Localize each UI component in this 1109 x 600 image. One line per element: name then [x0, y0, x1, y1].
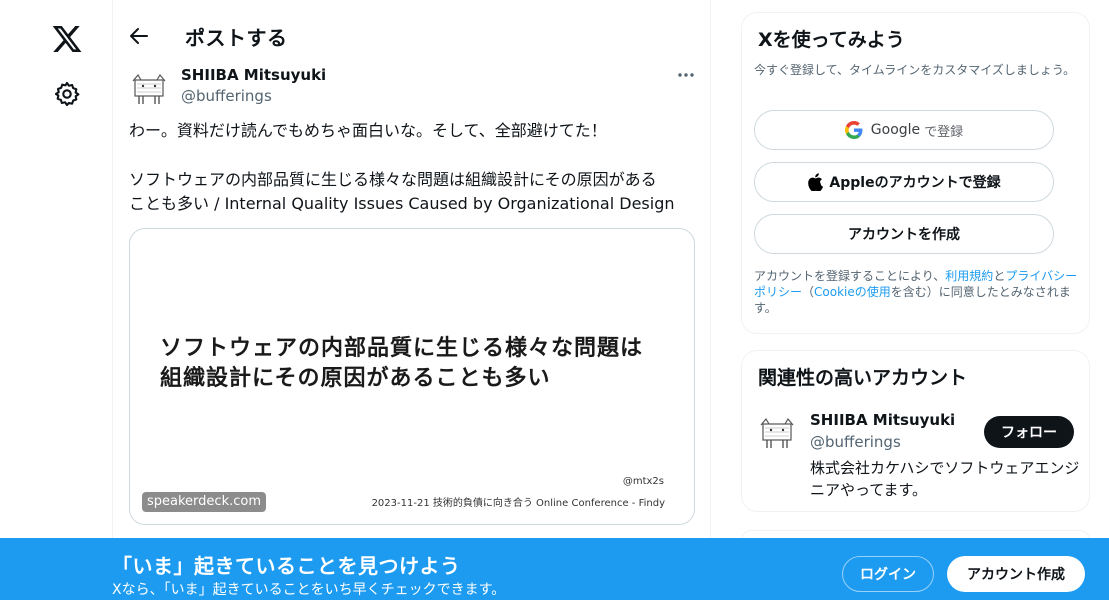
- google-icon: [844, 121, 863, 139]
- bottom-signup-bar: 「いま」起きていることを見つけよう Xなら、「いま」起きていることをいち早くチェ…: [0, 538, 1109, 600]
- legal-notice: アカウントを登録することにより、利用規約とプライバシーポリシー（Cookieの使…: [754, 268, 1084, 316]
- signup-panel: Xを使ってみよう 今すぐ登録して、タイムラインをカスタマイズしましょう。 Goo…: [741, 12, 1090, 334]
- apple-signup-button[interactable]: Appleのアカウントで登録: [754, 162, 1054, 202]
- bar-title: 「いま」起きていることを見つけよう: [112, 554, 461, 578]
- legal-text: アカウントを登録することにより、: [754, 269, 946, 283]
- google-label: Google: [870, 122, 921, 138]
- create-account-label: アカウントを作成: [848, 227, 960, 243]
- x-logo-icon[interactable]: [51, 23, 83, 55]
- related-avatar[interactable]: [757, 412, 797, 452]
- related-name[interactable]: SHIIBA Mitsuyuki: [810, 411, 955, 429]
- link-preview-card[interactable]: ソフトウェアの内部品質に生じる様々な問題は 組織設計にその原因があることも多い …: [129, 228, 695, 525]
- signup-title: Xを使ってみよう: [758, 29, 905, 51]
- more-dots-icon[interactable]: [673, 64, 699, 86]
- cookie-link[interactable]: Cookieの使用: [814, 285, 891, 299]
- arrow-left-icon[interactable]: [127, 24, 151, 48]
- legal-text: と: [993, 269, 1006, 283]
- slide-title-line: ソフトウェアの内部品質に生じる様々な問題は: [160, 336, 644, 361]
- legal-text: （: [802, 285, 815, 299]
- terms-link[interactable]: 利用規約: [945, 269, 993, 283]
- google-signup-button[interactable]: Google で登録: [754, 110, 1054, 150]
- google-suffix: で登録: [924, 124, 964, 140]
- signup-button[interactable]: アカウント作成: [947, 556, 1085, 592]
- author-handle[interactable]: @bufferings: [181, 87, 272, 105]
- page-title: ポストする: [185, 26, 288, 50]
- post-text-line: ソフトウェアの内部品質に生じる様々な問題は組織設計にその原因がある: [129, 170, 657, 189]
- related-title: 関連性の高いアカウント: [758, 367, 968, 389]
- login-button[interactable]: ログイン: [842, 556, 934, 592]
- apple-icon: [808, 173, 824, 191]
- related-bio: 株式会社カケハシでソフトウェアエンジニアやってます。: [810, 459, 1080, 499]
- slide-title-line: 組織設計にその原因があることも多い: [160, 366, 551, 391]
- create-account-button[interactable]: アカウントを作成: [754, 214, 1054, 254]
- gear-icon[interactable]: [53, 80, 81, 108]
- bar-subtitle: Xなら、「いま」起きていることをいち早くチェックできます。: [112, 582, 506, 598]
- card-domain-badge: speakerdeck.com: [142, 492, 266, 512]
- author-name[interactable]: SHIIBA Mitsuyuki: [181, 66, 326, 84]
- follow-button[interactable]: フォロー: [984, 416, 1074, 448]
- post-text-line: わー。資料だけ読んでもめちゃ面白いな。そして、全部避けてた！: [129, 121, 607, 140]
- slide-author: @mtx2s: [622, 476, 664, 487]
- apple-signup-label: Appleのアカウントで登録: [829, 175, 1001, 191]
- main-column: ポストする SHIIBA Mitsuyuki @bufferings わー。資料…: [112, 0, 711, 600]
- avatar[interactable]: [129, 68, 169, 108]
- page-header: ポストする: [113, 0, 710, 72]
- post-text-line: ことも多い / Internal Quality Issues Caused b…: [129, 194, 675, 213]
- slide-footer: 2023-11-21 技術的負債に向き合う Online Conference …: [371, 498, 665, 509]
- signup-subtitle: 今すぐ登録して、タイムラインをカスタマイズしましょう。: [754, 63, 1076, 77]
- left-rail: [0, 0, 112, 600]
- related-handle[interactable]: @bufferings: [810, 433, 901, 451]
- right-sidebar: Xを使ってみよう 今すぐ登録して、タイムラインをカスタマイズしましょう。 Goo…: [741, 0, 1091, 600]
